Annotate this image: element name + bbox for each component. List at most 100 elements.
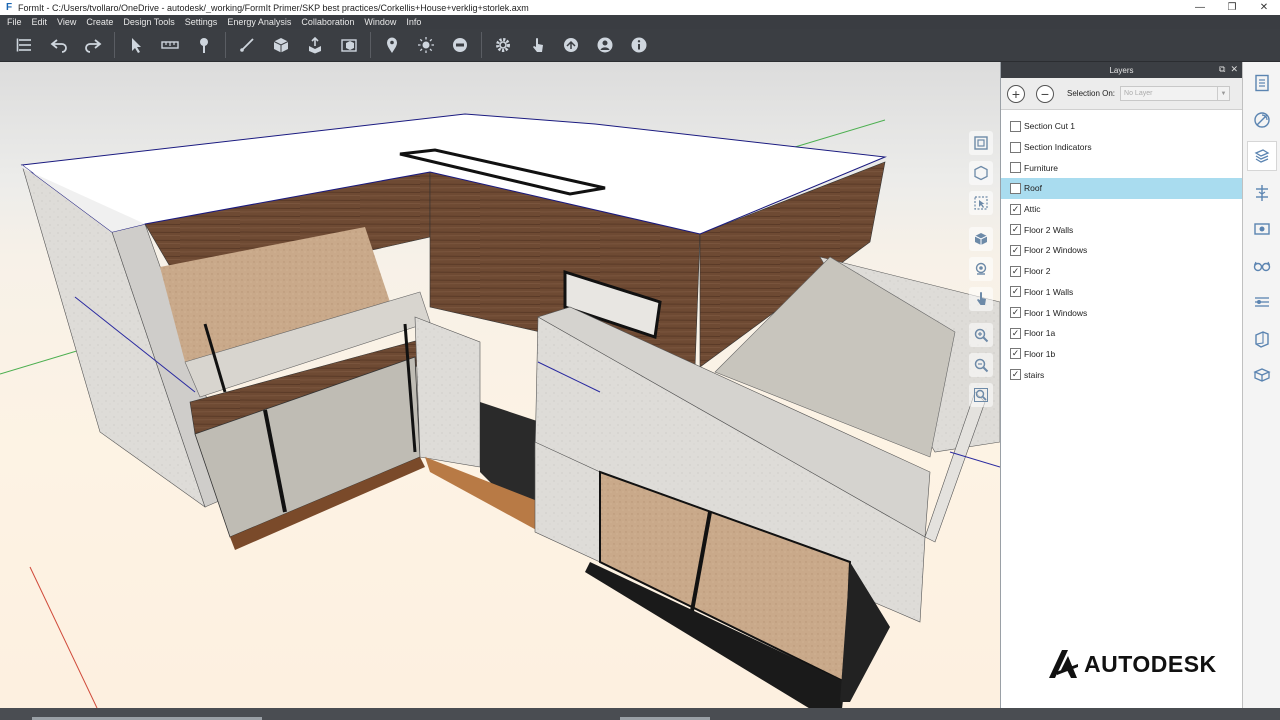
level-icon[interactable] [443, 31, 477, 59]
menu-settings[interactable]: Settings [180, 15, 223, 29]
materials-icon[interactable] [1247, 105, 1277, 135]
list-icon[interactable] [8, 31, 42, 59]
selection-on-dropdown[interactable]: No Layer ▼ [1120, 86, 1231, 101]
group-icon[interactable] [332, 31, 366, 59]
redo-icon[interactable] [76, 31, 110, 59]
layer-visibility-checkbox[interactable]: ✓ [1010, 203, 1021, 215]
remove-layer-button[interactable]: − [1036, 84, 1054, 103]
layer-name: Floor 1a [1024, 328, 1056, 339]
chevron-down-icon: ▼ [1217, 87, 1229, 100]
menu-info[interactable]: Info [401, 15, 426, 29]
title-bar: F FormIt - C:/Users/tvollaro/OneDrive - … [0, 0, 1280, 15]
layer-row[interactable]: Section Cut 1 [1001, 116, 1242, 137]
measure-icon[interactable] [153, 31, 187, 59]
zoom-extents-icon[interactable] [969, 131, 993, 155]
layer-visibility-checkbox[interactable] [1010, 182, 1021, 194]
levels-icon[interactable] [1247, 178, 1277, 208]
orbit-icon[interactable] [969, 227, 993, 251]
layers-icon[interactable] [1246, 141, 1277, 171]
layers-panel: Layers ⧉ ✕ + − Selection On: No Layer ▼ … [1000, 62, 1242, 708]
layer-row[interactable]: Section Indicators [1001, 137, 1242, 158]
look-icon[interactable] [969, 257, 993, 281]
menu-view[interactable]: View [52, 15, 81, 29]
layer-visibility-checkbox[interactable]: ✓ [1010, 244, 1021, 256]
touch-icon[interactable] [520, 31, 554, 59]
layer-visibility-checkbox[interactable]: ✓ [1010, 265, 1021, 277]
sketch-icon[interactable] [1247, 360, 1277, 390]
sun-icon[interactable] [409, 31, 443, 59]
formit-window: F FormIt - C:/Users/tvollaro/OneDrive - … [0, 0, 1280, 720]
view-cube-icon[interactable] [969, 161, 993, 185]
groups-icon[interactable] [1247, 287, 1277, 317]
layer-visibility-checkbox[interactable] [1010, 141, 1021, 153]
menu-file[interactable]: File [2, 15, 27, 29]
layer-visibility-checkbox[interactable]: ✓ [1010, 327, 1021, 339]
toolbar-separator [225, 32, 226, 58]
layer-row[interactable]: ✓ Attic [1001, 199, 1242, 220]
layer-row[interactable]: ✓ Floor 1b [1001, 344, 1242, 365]
line-icon[interactable] [230, 31, 264, 59]
push-pull-icon[interactable] [298, 31, 332, 59]
layer-visibility-checkbox[interactable]: ✓ [1010, 307, 1021, 319]
select-icon[interactable] [119, 31, 153, 59]
layer-row[interactable]: ✓ Floor 1 Windows [1001, 302, 1242, 323]
layer-visibility-checkbox[interactable]: ✓ [1010, 224, 1021, 236]
properties-icon[interactable] [1247, 68, 1277, 98]
layer-visibility-checkbox[interactable]: ✓ [1010, 286, 1021, 298]
float-panel-icon[interactable]: ⧉ [1219, 64, 1225, 75]
add-layer-button[interactable]: + [1007, 84, 1025, 103]
layer-visibility-checkbox[interactable]: ✓ [1010, 369, 1021, 381]
settings-icon[interactable] [486, 31, 520, 59]
info-icon[interactable] [622, 31, 656, 59]
layer-name: Floor 2 [1024, 266, 1051, 277]
menu-edit[interactable]: Edit [27, 15, 53, 29]
layer-row[interactable]: ✓ Floor 2 Walls [1001, 219, 1242, 240]
layer-row[interactable]: Roof [1001, 178, 1242, 199]
layer-name: Floor 2 Walls [1024, 224, 1074, 235]
share-icon[interactable] [554, 31, 588, 59]
menu-window[interactable]: Window [359, 15, 401, 29]
3d-viewport[interactable] [0, 62, 1000, 708]
zoom-window-icon[interactable] [969, 383, 993, 407]
toolbar-separator [114, 32, 115, 58]
pan-icon[interactable] [969, 287, 993, 311]
restore-button[interactable]: ❐ [1216, 0, 1248, 15]
autodesk-logo: AUTODESK [1047, 648, 1217, 680]
layer-row[interactable]: ✓ stairs [1001, 364, 1242, 385]
menu-design-tools[interactable]: Design Tools [118, 15, 179, 29]
right-tool-strip [1242, 62, 1280, 708]
undo-icon[interactable] [42, 31, 76, 59]
layer-visibility-checkbox[interactable]: ✓ [1010, 348, 1021, 360]
zoom-out-icon[interactable] [969, 353, 993, 377]
toolbar-separator [481, 32, 482, 58]
house-model [0, 113, 1000, 708]
user-icon[interactable] [588, 31, 622, 59]
minimize-button[interactable]: — [1184, 0, 1216, 15]
layer-visibility-checkbox[interactable] [1010, 162, 1021, 174]
glasses-icon[interactable] [1247, 251, 1277, 281]
layer-row[interactable]: ✓ Floor 1 Walls [1001, 282, 1242, 303]
menu-bar: File Edit View Create Design Tools Setti… [0, 15, 1280, 29]
autodesk-wordmark: AUTODESK [1084, 650, 1217, 677]
paint-icon[interactable] [187, 31, 221, 59]
layer-row[interactable]: ✓ Floor 2 Windows [1001, 240, 1242, 261]
layer-row[interactable]: ✓ Floor 2 [1001, 261, 1242, 282]
layer-name: Roof [1024, 183, 1042, 194]
layer-visibility-checkbox[interactable] [1010, 120, 1021, 132]
content-icon[interactable] [1247, 324, 1277, 354]
layer-row[interactable]: ✓ Floor 1a [1001, 323, 1242, 344]
location-icon[interactable] [375, 31, 409, 59]
menu-collaboration[interactable]: Collaboration [296, 15, 359, 29]
menu-energy-analysis[interactable]: Energy Analysis [222, 15, 296, 29]
close-button[interactable]: ✕ [1248, 0, 1280, 15]
zoom-selected-icon[interactable] [969, 191, 993, 215]
autodesk-mark-icon [1049, 650, 1078, 678]
scenes-icon[interactable] [1247, 214, 1277, 244]
cube-icon[interactable] [264, 31, 298, 59]
zoom-in-icon[interactable] [969, 323, 993, 347]
close-panel-icon[interactable]: ✕ [1230, 64, 1238, 75]
layer-row[interactable]: Furniture [1001, 157, 1242, 178]
toolbar-separator [370, 32, 371, 58]
menu-create[interactable]: Create [81, 15, 118, 29]
main-toolbar [0, 29, 1280, 62]
